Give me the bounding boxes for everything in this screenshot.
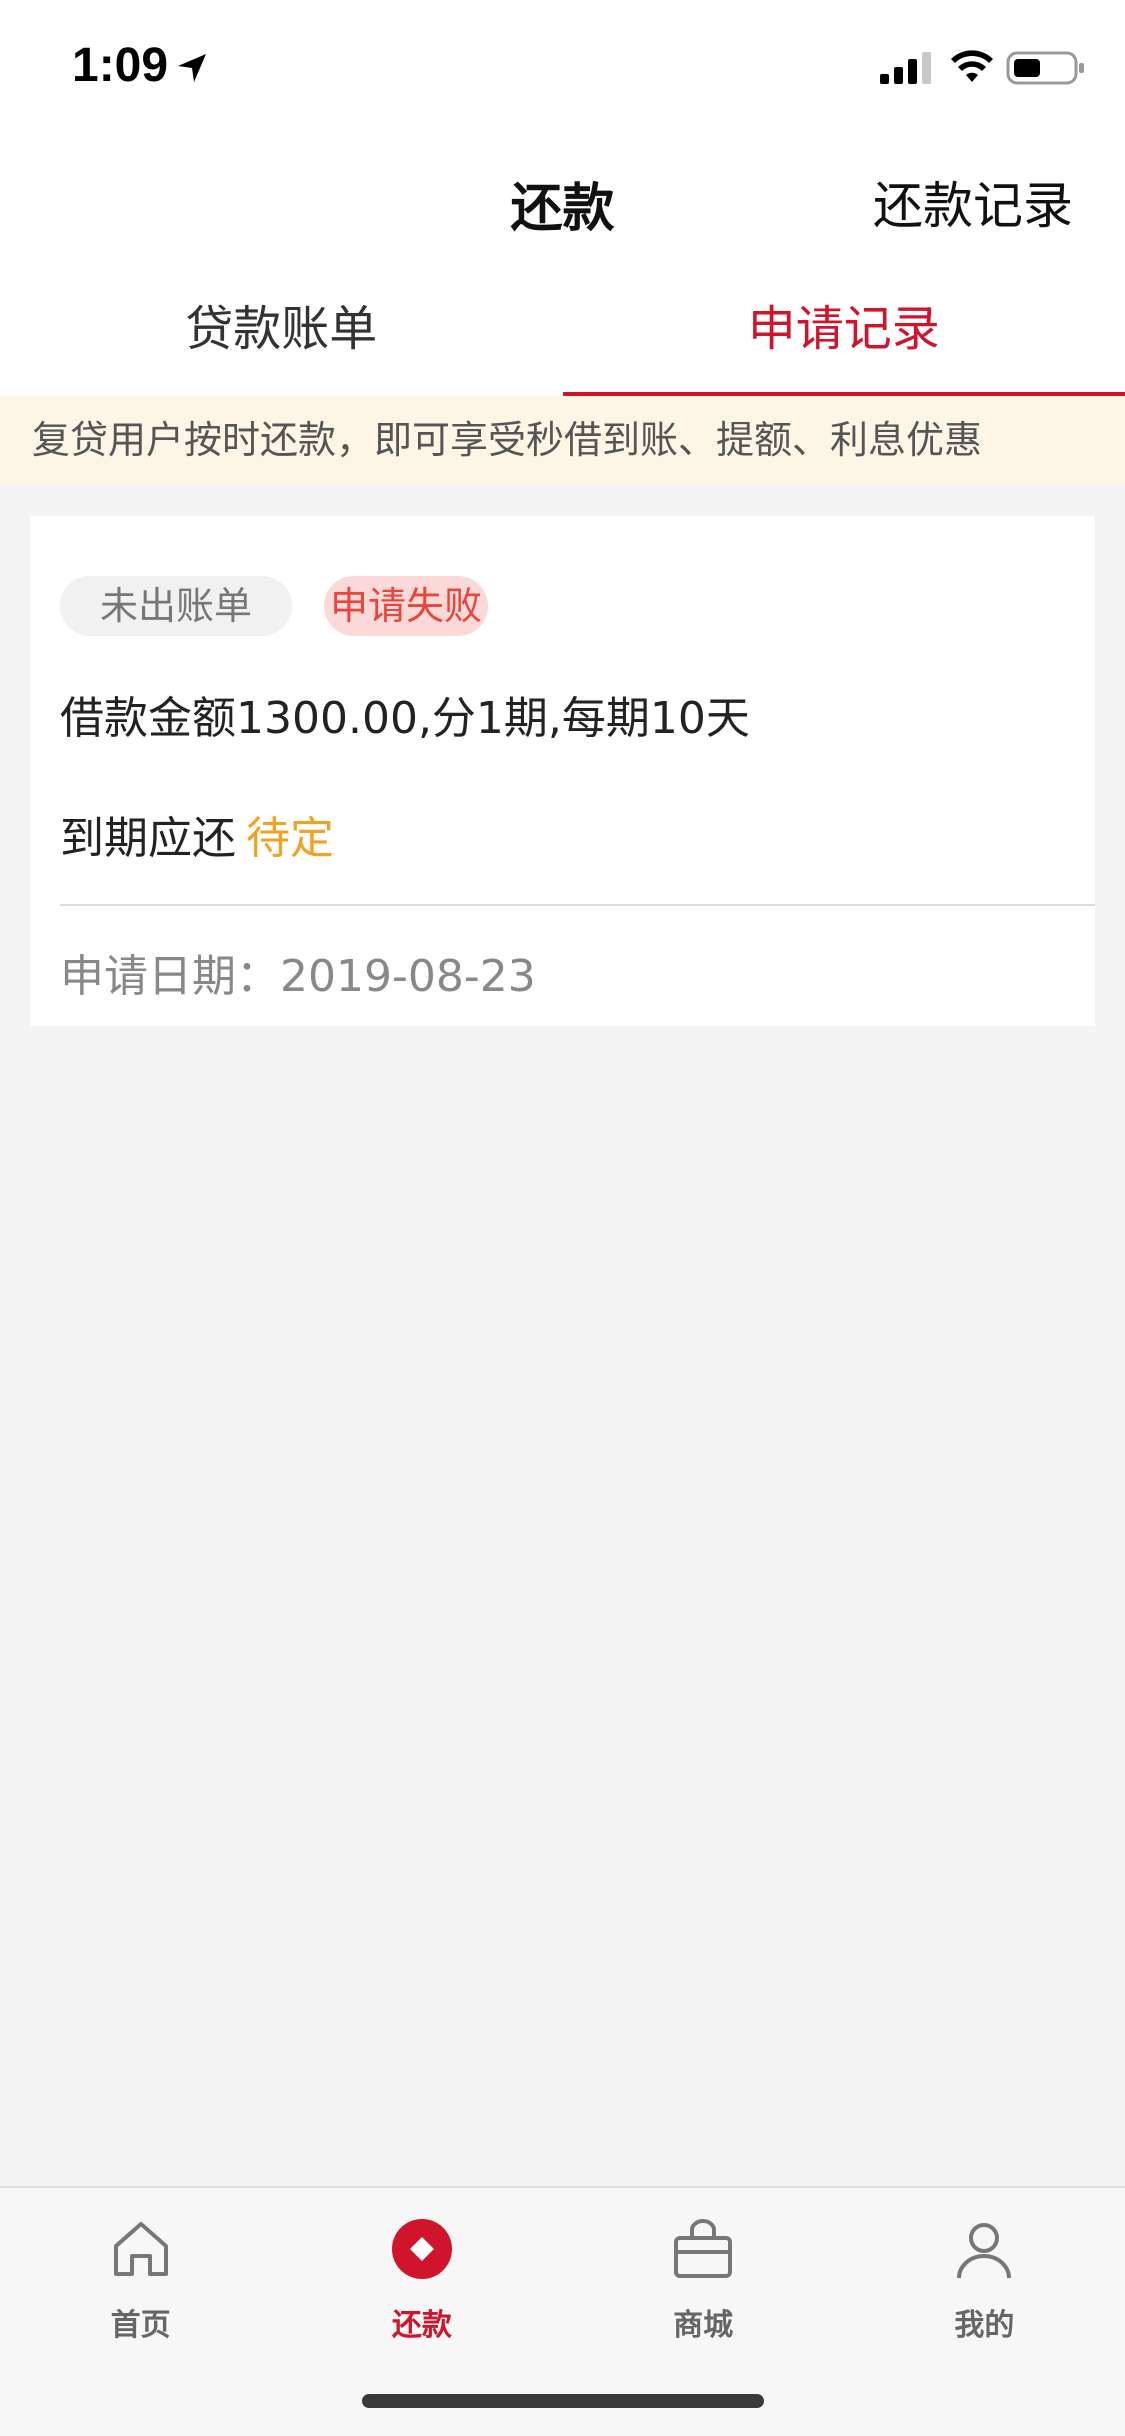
bottom-tab-profile[interactable]: 我的 xyxy=(844,2188,1125,2436)
nav-bar: 还款 还款记录 xyxy=(0,132,1125,262)
bottom-tab-repay-label: 还款 xyxy=(391,2308,452,2343)
home-icon xyxy=(113,2222,168,2276)
bottom-tab-home[interactable]: 首页 xyxy=(0,2188,281,2436)
home-indicator[interactable] xyxy=(362,2394,764,2408)
bill-status-badge: 未出账单 xyxy=(60,576,293,636)
due-value: 待定 xyxy=(246,813,334,864)
card-divider xyxy=(60,904,1095,906)
notice-banner: 复贷用户按时还款，即可享受秒借到账、提额、利息优惠 xyxy=(0,396,1125,484)
loan-info-text: 借款金额1300.00,分1期,每期10天 xyxy=(60,693,750,744)
segment-tabs: 贷款账单 申请记录 xyxy=(0,262,1125,396)
bottom-tab-profile-label: 我的 xyxy=(954,2308,1015,2343)
bottom-tab-shop-label: 商城 xyxy=(673,2308,734,2343)
status-bar: 1:09 xyxy=(0,0,1125,132)
tab-loan-bills[interactable]: 贷款账单 xyxy=(0,262,563,396)
status-tags: 未出账单 申请失败 xyxy=(60,576,489,636)
tab-application-records[interactable]: 申请记录 xyxy=(562,262,1125,396)
profile-icon xyxy=(957,2223,1012,2279)
due-row: 到期应还 待定 xyxy=(60,802,334,866)
shop-bag-icon xyxy=(674,2219,733,2278)
location-arrow-icon xyxy=(178,54,206,82)
due-label: 到期应还 xyxy=(60,813,236,864)
status-time: 1:09 xyxy=(72,39,169,92)
bottom-tab-home-label: 首页 xyxy=(110,2308,171,2343)
repay-icon xyxy=(391,2219,452,2279)
application-record-card[interactable]: 未出账单 申请失败 借款金额1300.00,分1期,每期10天 到期应还 待定 申… xyxy=(30,516,1095,1026)
cellular-signal-icon xyxy=(880,52,931,84)
battery-icon xyxy=(1006,51,1084,85)
application-date: 申请日期：2019-08-23 xyxy=(60,951,536,1002)
repayment-history-button[interactable]: 还款记录 xyxy=(873,166,1073,238)
application-status-badge: 申请失败 xyxy=(324,576,489,636)
wifi-icon xyxy=(951,50,993,82)
